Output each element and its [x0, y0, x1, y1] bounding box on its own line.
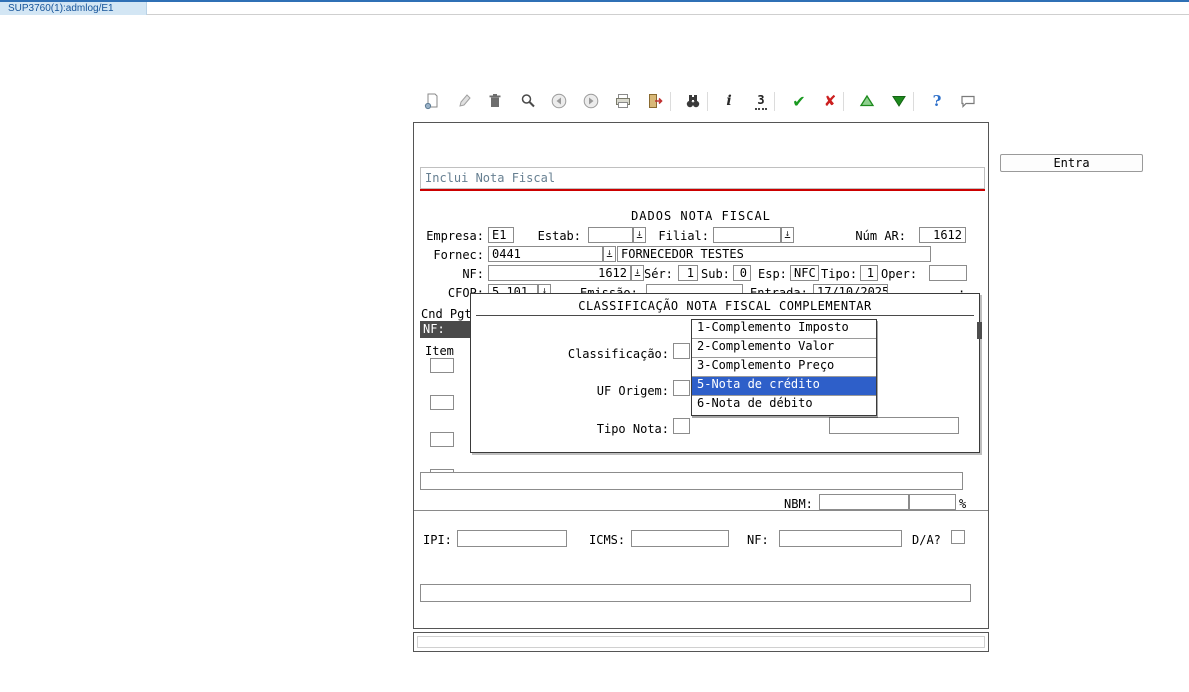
icms-field[interactable]	[631, 530, 729, 547]
new-record-icon[interactable]	[422, 90, 442, 112]
uf-origem-label: UF Origem:	[596, 384, 669, 398]
cnd-pgt-label: Cnd Pgt	[421, 307, 472, 321]
modal-title: CLASSIFICAÇÃO NOTA FISCAL COMPLEMENTAR	[578, 299, 872, 313]
estab-dropdown-icon[interactable]: ↓	[633, 227, 646, 243]
nf-label: NF:	[462, 267, 484, 281]
tipo-label: Tipo:	[821, 267, 858, 281]
da-label: D/A?	[912, 533, 941, 547]
scrollbar-thumb[interactable]	[977, 322, 982, 339]
nbm-field-1[interactable]	[819, 494, 909, 510]
horizontal-divider	[414, 510, 988, 511]
num-ar-field[interactable]: 1612	[919, 227, 966, 243]
ipi-label: IPI:	[423, 533, 452, 547]
empresa-label: Empresa:	[426, 229, 484, 243]
item-label: Item	[425, 344, 454, 358]
toolbar-separator	[670, 92, 671, 111]
nf-total-label: NF:	[747, 533, 769, 547]
cancel-icon[interactable]: ✘	[820, 90, 840, 112]
session-tab[interactable]: SUP3760(1):admlog/E1	[0, 2, 147, 15]
dropdown-item[interactable]: 6-Nota de débito	[692, 396, 876, 415]
nf-selected-row[interactable]: NF:	[420, 321, 472, 338]
delete-icon[interactable]	[485, 90, 505, 112]
edit-icon[interactable]	[455, 90, 475, 112]
last-icon[interactable]	[889, 90, 909, 112]
classificacao-label: Classificação:	[567, 347, 669, 361]
dropdown-item[interactable]: 3-Complemento Preço	[692, 358, 876, 377]
toolbar: i 3 ✔ ✘ ?	[413, 88, 989, 116]
da-checkbox[interactable]	[951, 530, 965, 544]
next-icon[interactable]	[581, 90, 601, 112]
item-grid-cell[interactable]	[430, 395, 454, 410]
entra-button[interactable]: Entra	[1000, 154, 1143, 172]
window-title: Inclui Nota Fiscal	[420, 167, 985, 189]
ser-label: Sér:	[644, 267, 673, 281]
tipo-nota-label: Tipo Nota:	[596, 422, 669, 436]
sub-field[interactable]: 0	[733, 265, 751, 281]
nf-dropdown-icon[interactable]: ↓	[631, 265, 644, 281]
filial-label: Filial:	[658, 229, 709, 243]
modal-title-underline	[476, 315, 974, 316]
status-field	[420, 584, 971, 602]
previous-icon[interactable]	[549, 90, 569, 112]
sub-label: Sub:	[701, 267, 730, 281]
toolbar-separator	[913, 92, 914, 111]
oper-label: Oper:	[881, 267, 918, 281]
ipi-field[interactable]	[457, 530, 567, 547]
toolbar-separator	[774, 92, 775, 111]
filial-dropdown-icon[interactable]: ↓	[781, 227, 794, 243]
classificacao-modal: CLASSIFICAÇÃO NOTA FISCAL COMPLEMENTAR C…	[470, 293, 980, 453]
tipo-field[interactable]: 1	[860, 265, 878, 281]
search-icon[interactable]	[518, 90, 538, 112]
estab-field[interactable]	[588, 227, 633, 243]
bottom-message-field	[417, 636, 985, 648]
fornec-label: Fornec:	[433, 248, 484, 262]
confirm-icon[interactable]: ✔	[789, 90, 809, 112]
section-title: DADOS NOTA FISCAL	[631, 209, 771, 223]
nbm-field-2[interactable]	[909, 494, 956, 510]
message-icon[interactable]	[958, 90, 978, 112]
empresa-field[interactable]: E1	[488, 227, 514, 243]
dropdown-item[interactable]: 1-Complemento Imposto	[692, 320, 876, 339]
filial-field[interactable]	[713, 227, 781, 243]
estab-label: Estab:	[537, 229, 581, 243]
uf-origem-field[interactable]	[673, 380, 690, 396]
classificacao-field[interactable]	[673, 343, 690, 359]
esp-label: Esp:	[758, 267, 787, 281]
ser-field[interactable]: 1	[678, 265, 698, 281]
toolbar-separator	[843, 92, 844, 111]
oper-field[interactable]	[929, 265, 967, 281]
find-icon[interactable]	[683, 90, 703, 112]
item-description-field[interactable]	[420, 472, 963, 490]
dropdown-item-selected[interactable]: 5-Nota de crédito	[692, 377, 876, 396]
nf-total-field[interactable]	[779, 530, 902, 547]
item-grid-cell[interactable]	[430, 358, 454, 373]
goto-icon[interactable]: 3	[751, 90, 771, 112]
first-icon[interactable]	[857, 90, 877, 112]
dropdown-item[interactable]: 2-Complemento Valor	[692, 339, 876, 358]
icms-label: ICMS:	[589, 533, 626, 547]
help-icon[interactable]: ?	[927, 90, 947, 112]
tab-strip: SUP3760(1):admlog/E1	[0, 2, 1189, 15]
num-ar-label: Núm AR:	[855, 229, 906, 243]
title-underline	[420, 189, 985, 191]
fornec-field[interactable]: 0441	[488, 246, 603, 262]
print-icon[interactable]	[613, 90, 633, 112]
item-grid-cell[interactable]	[430, 432, 454, 447]
exit-icon[interactable]	[645, 90, 665, 112]
toolbar-separator	[707, 92, 708, 111]
session-tab-label: SUP3760(1):admlog/E1	[8, 3, 114, 14]
nf-field[interactable]: 1612	[488, 265, 631, 281]
esp-field[interactable]: NFC	[790, 265, 819, 281]
fornec-nome-field[interactable]: FORNECEDOR TESTES	[617, 246, 931, 262]
fornec-dropdown-icon[interactable]: ↓	[603, 246, 616, 262]
bottom-message-bar	[413, 632, 989, 652]
classificacao-dropdown-list: 1-Complemento Imposto 2-Complemento Valo…	[691, 319, 877, 416]
tipo-nota-field[interactable]	[673, 418, 690, 434]
tipo-nota-desc-field[interactable]	[829, 417, 959, 434]
info-icon[interactable]: i	[719, 90, 739, 112]
